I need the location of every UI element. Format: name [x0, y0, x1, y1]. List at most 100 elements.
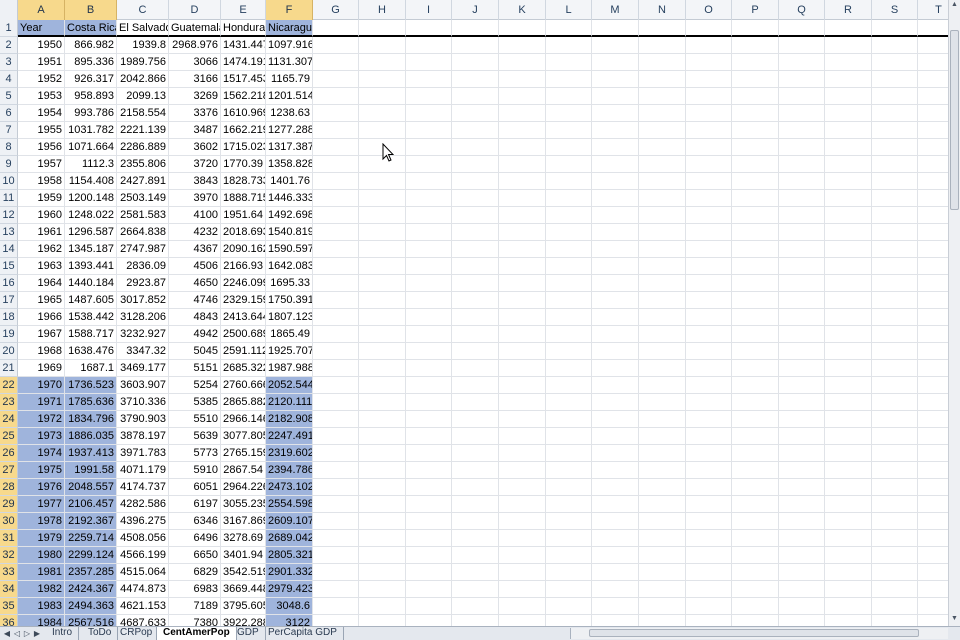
cell-m3[interactable]: [592, 54, 639, 71]
cell-k31[interactable]: [499, 530, 546, 547]
cell-j2[interactable]: [452, 37, 499, 54]
cell-k17[interactable]: [499, 292, 546, 309]
cell-d11[interactable]: 3970: [169, 190, 221, 207]
horizontal-scrollbar[interactable]: [570, 628, 948, 639]
cell-g7[interactable]: [313, 122, 359, 139]
cell-m6[interactable]: [592, 105, 639, 122]
cell-m35[interactable]: [592, 598, 639, 615]
cell-k3[interactable]: [499, 54, 546, 71]
cell-e18[interactable]: 2413.644: [221, 309, 266, 326]
cell-o16[interactable]: [686, 275, 732, 292]
cell-b23[interactable]: 1785.636: [65, 394, 117, 411]
row-number[interactable]: 24: [0, 411, 18, 428]
cell-f23[interactable]: 2120.111: [266, 394, 313, 411]
cell-m10[interactable]: [592, 173, 639, 190]
cell-c34[interactable]: 4474.873: [117, 581, 169, 598]
row-number[interactable]: 8: [0, 139, 18, 156]
cell-k34[interactable]: [499, 581, 546, 598]
cell-j9[interactable]: [452, 156, 499, 173]
cell-l16[interactable]: [546, 275, 592, 292]
cell-b14[interactable]: 1345.187: [65, 241, 117, 258]
cell-b10[interactable]: 1154.408: [65, 173, 117, 190]
cell-s6[interactable]: [872, 105, 918, 122]
cell-i32[interactable]: [406, 547, 452, 564]
cell-d21[interactable]: 5151: [169, 360, 221, 377]
cell-i4[interactable]: [406, 71, 452, 88]
cell-j34[interactable]: [452, 581, 499, 598]
cell-s21[interactable]: [872, 360, 918, 377]
cell-a27[interactable]: 1975: [18, 462, 65, 479]
cell-m22[interactable]: [592, 377, 639, 394]
cell-q20[interactable]: [779, 343, 825, 360]
row-number[interactable]: 5: [0, 88, 18, 105]
cell-r6[interactable]: [825, 105, 872, 122]
cell-l17[interactable]: [546, 292, 592, 309]
cell-b33[interactable]: 2357.285: [65, 564, 117, 581]
cell-a14[interactable]: 1962: [18, 241, 65, 258]
column-header-l[interactable]: L: [546, 0, 592, 20]
cell-k4[interactable]: [499, 71, 546, 88]
cell-t15[interactable]: [918, 258, 948, 275]
cell-i14[interactable]: [406, 241, 452, 258]
row-number[interactable]: 20: [0, 343, 18, 360]
cell-t5[interactable]: [918, 88, 948, 105]
cell-m7[interactable]: [592, 122, 639, 139]
cell-r2[interactable]: [825, 37, 872, 54]
cell-n2[interactable]: [639, 37, 686, 54]
cell-r13[interactable]: [825, 224, 872, 241]
cell-i27[interactable]: [406, 462, 452, 479]
cell-c4[interactable]: 2042.866: [117, 71, 169, 88]
cell-i10[interactable]: [406, 173, 452, 190]
cell-p10[interactable]: [732, 173, 779, 190]
cell-o3[interactable]: [686, 54, 732, 71]
cell-a13[interactable]: 1961: [18, 224, 65, 241]
cell-q8[interactable]: [779, 139, 825, 156]
cell-b15[interactable]: 1393.441: [65, 258, 117, 275]
cell-j33[interactable]: [452, 564, 499, 581]
cell-k9[interactable]: [499, 156, 546, 173]
cell-b19[interactable]: 1588.717: [65, 326, 117, 343]
cell-l26[interactable]: [546, 445, 592, 462]
cell-c21[interactable]: 3469.177: [117, 360, 169, 377]
cell-q28[interactable]: [779, 479, 825, 496]
cell-n1[interactable]: [639, 20, 686, 37]
cell-o1[interactable]: [686, 20, 732, 37]
cell-t10[interactable]: [918, 173, 948, 190]
cell-a1[interactable]: Year: [18, 20, 65, 37]
cell-h19[interactable]: [359, 326, 406, 343]
cell-c26[interactable]: 3971.783: [117, 445, 169, 462]
column-header-h[interactable]: H: [359, 0, 406, 20]
cell-g9[interactable]: [313, 156, 359, 173]
cell-q10[interactable]: [779, 173, 825, 190]
cell-l1[interactable]: [546, 20, 592, 37]
cell-c16[interactable]: 2923.87: [117, 275, 169, 292]
cell-l3[interactable]: [546, 54, 592, 71]
cell-k21[interactable]: [499, 360, 546, 377]
cell-a25[interactable]: 1973: [18, 428, 65, 445]
cell-c2[interactable]: 1939.8: [117, 37, 169, 54]
column-header-d[interactable]: D: [169, 0, 221, 20]
cell-m1[interactable]: [592, 20, 639, 37]
cell-h27[interactable]: [359, 462, 406, 479]
cell-e9[interactable]: 1770.39: [221, 156, 266, 173]
cell-q14[interactable]: [779, 241, 825, 258]
column-header-c[interactable]: C: [117, 0, 169, 20]
cell-k26[interactable]: [499, 445, 546, 462]
cell-t34[interactable]: [918, 581, 948, 598]
cell-r7[interactable]: [825, 122, 872, 139]
cell-b16[interactable]: 1440.184: [65, 275, 117, 292]
cell-r12[interactable]: [825, 207, 872, 224]
cell-a20[interactable]: 1968: [18, 343, 65, 360]
row-number[interactable]: 21: [0, 360, 18, 377]
cell-s14[interactable]: [872, 241, 918, 258]
row-number[interactable]: 27: [0, 462, 18, 479]
row-number[interactable]: 26: [0, 445, 18, 462]
row-number[interactable]: 29: [0, 496, 18, 513]
cell-h18[interactable]: [359, 309, 406, 326]
cell-l27[interactable]: [546, 462, 592, 479]
cell-t27[interactable]: [918, 462, 948, 479]
cell-h10[interactable]: [359, 173, 406, 190]
cell-h26[interactable]: [359, 445, 406, 462]
column-header-s[interactable]: S: [872, 0, 918, 20]
cell-q3[interactable]: [779, 54, 825, 71]
